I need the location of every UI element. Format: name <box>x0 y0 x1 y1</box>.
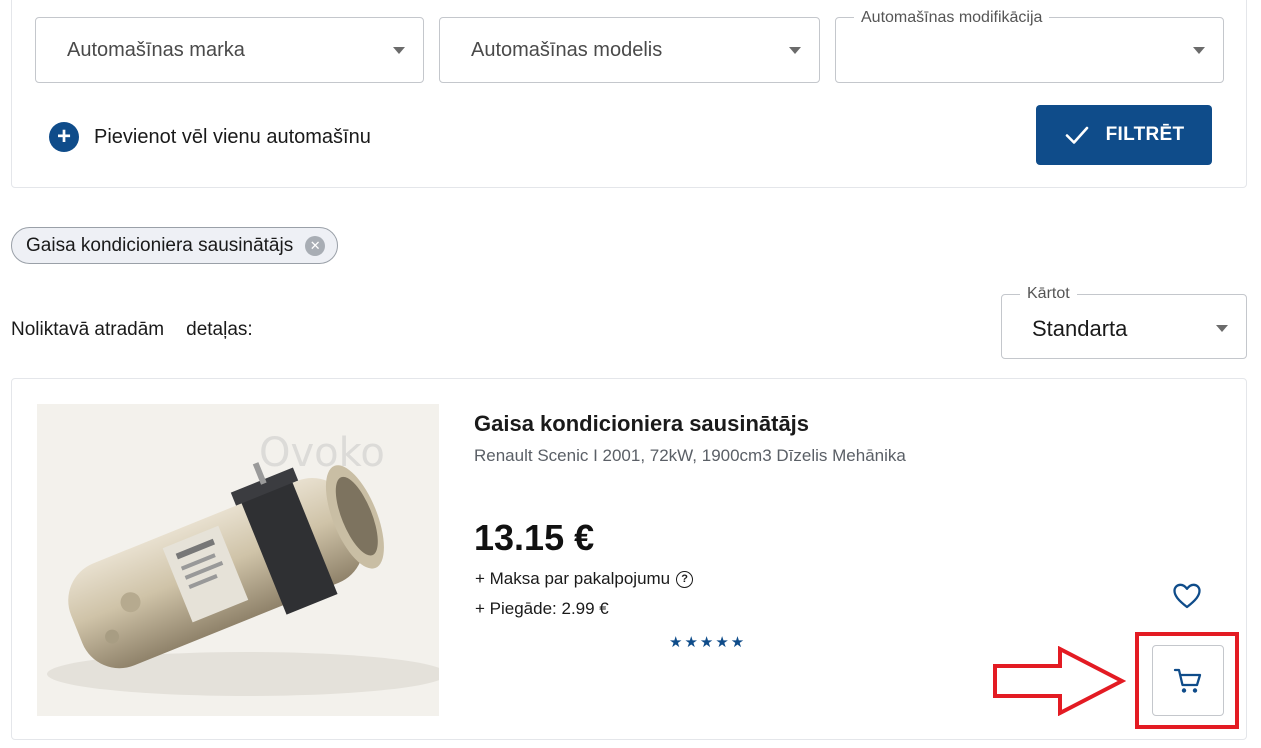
service-fee-text: + Maksa par pakalpojumu <box>475 569 671 588</box>
pointer-arrow-icon <box>993 646 1126 716</box>
heart-icon[interactable] <box>1172 582 1202 610</box>
active-filter-chip-label: Gaisa kondicioniera sausinātājs <box>26 234 294 256</box>
watermark-text: Ovoko <box>259 430 385 476</box>
car-modification-label: Automašīnas modifikācija <box>854 9 1050 27</box>
help-icon[interactable]: ? <box>676 570 694 588</box>
chevron-down-icon <box>393 47 405 54</box>
results-found-prefix: Noliktavā atradām <box>11 319 165 340</box>
sort-select[interactable]: Kārtot Standarta <box>1001 285 1247 359</box>
filter-button[interactable]: FILTRĒT <box>1036 105 1212 165</box>
sort-label: Kārtot <box>1020 285 1077 303</box>
cart-highlight-box <box>1135 632 1239 729</box>
car-model-select[interactable]: Automašīnas modelis <box>439 17 820 83</box>
add-another-car-button[interactable]: + Pievienot vēl vienu automašīnu <box>49 122 371 152</box>
chevron-down-icon <box>1216 325 1228 332</box>
rating-stars: ★★★★★ <box>669 634 747 651</box>
results-count-text: Noliktavā atradām detaļas: <box>11 319 253 341</box>
car-modification-select[interactable]: Automašīnas modifikācija <box>835 9 1224 83</box>
checkmark-icon <box>1065 126 1088 144</box>
remove-filter-icon[interactable]: ✕ <box>305 235 326 256</box>
filter-button-label: FILTRĒT <box>1105 124 1185 145</box>
chevron-down-icon <box>789 47 801 54</box>
add-car-label: Pievienot vēl vienu automašīnu <box>94 125 371 148</box>
product-price: 13.15 € <box>474 517 595 558</box>
sort-value: Standarta <box>1032 316 1128 341</box>
product-title[interactable]: Gaisa kondicioniera sausinātājs <box>474 411 809 437</box>
results-found-suffix: detaļas: <box>186 319 253 340</box>
product-image[interactable]: Ovoko <box>37 404 439 716</box>
product-vehicle-info: Renault Scenic I 2001, 72kW, 1900cm3 Dīz… <box>474 446 906 465</box>
plus-icon: + <box>49 122 79 152</box>
delivery-fee-text: + Piegāde: 2.99 € <box>475 599 609 618</box>
car-make-select[interactable]: Automašīnas marka <box>35 17 424 83</box>
chevron-down-icon <box>1193 47 1205 54</box>
service-fee-row: + Maksa par pakalpojumu ? <box>475 569 694 589</box>
active-filter-chip: Gaisa kondicioniera sausinātājs ✕ <box>11 227 339 264</box>
car-model-placeholder: Automašīnas modelis <box>471 39 663 61</box>
car-make-placeholder: Automašīnas marka <box>67 39 245 61</box>
